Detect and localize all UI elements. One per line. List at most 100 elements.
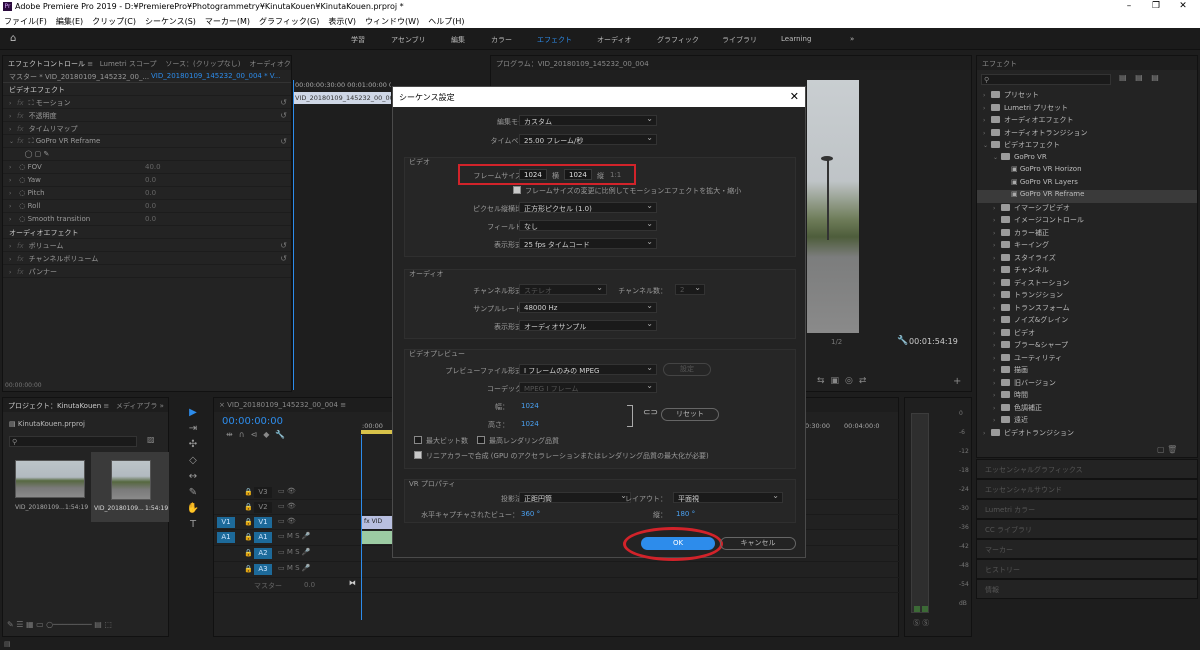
project-item-selected[interactable]: VID_20180109... 1:54:19 [91, 452, 169, 522]
chevron-down-icon[interactable]: ⌄ [993, 154, 1001, 161]
chevron-right-icon[interactable]: › [993, 417, 1001, 424]
effect-tree-item[interactable]: › プリセット [977, 90, 1197, 103]
cancel-button[interactable]: キャンセル [720, 537, 796, 550]
audio-display-select[interactable]: オーディオサンプル [519, 320, 657, 331]
workspace-audio[interactable]: オーディオ [597, 35, 632, 45]
chevron-right-icon[interactable]: › [983, 430, 991, 437]
effect-tree-item[interactable]: › ビデオトランジション [977, 428, 1197, 441]
tab-effect-controls[interactable]: エフェクトコントロール [8, 60, 85, 68]
effect-row-gopro-reframe[interactable]: ⌄ fx ⛶ GoPro VR Reframe ↺ [3, 135, 291, 148]
max-render-checkbox[interactable] [477, 436, 485, 444]
effect-controls-clip-bar[interactable]: VID_20180109_145232_00_004 [293, 92, 391, 104]
chevron-right-icon[interactable]: › [993, 230, 1001, 237]
program-video-frame[interactable] [807, 80, 859, 333]
workspace-edit[interactable]: 編集 [451, 35, 465, 45]
source-patch-v1[interactable]: V1 [217, 517, 235, 528]
workspace-graphics[interactable]: グラフィック [657, 35, 699, 45]
tab-source[interactable]: ソース：(クリップなし) [165, 60, 240, 68]
reset-icon[interactable]: ↺ [280, 241, 287, 250]
effect-tree-item[interactable]: › イメージコントロール [977, 215, 1197, 228]
maximize-icon[interactable]: ❐ [1145, 1, 1167, 11]
wrench-icon[interactable]: 🔧 [897, 336, 908, 346]
chevron-right-icon[interactable]: › [993, 380, 1001, 387]
display-format-select[interactable]: 25 fps タイムコード [519, 238, 657, 249]
param-row-yaw[interactable]: › ◌ Yaw 0.0 [3, 174, 291, 187]
effect-row-opacity[interactable]: › fx 不透明度 ↺ [3, 109, 291, 122]
selection-tool-icon[interactable]: ▶ [183, 405, 203, 421]
pen-tool-icon[interactable]: ✎ [183, 485, 203, 501]
chevron-right-icon[interactable]: › [993, 317, 1001, 324]
effects-filter-icons[interactable]: ▤ ▤ ▤ [1119, 73, 1162, 82]
menu-marker[interactable]: マーカー(M) [205, 16, 250, 27]
workspace-color[interactable]: カラー [491, 35, 512, 45]
layout-select[interactable]: 平面視 [673, 492, 783, 503]
effect-tree-item[interactable]: › ノイズ&グレイン [977, 315, 1197, 328]
chevron-right-icon[interactable]: › [983, 92, 991, 99]
stopwatch-icon[interactable]: ◌ [19, 163, 25, 171]
track-mute-solo[interactable]: ▭ M S 🎤 [278, 564, 311, 572]
effects-search-input[interactable]: ⚲ [981, 74, 1111, 85]
timebase-select[interactable]: 25.00 フレーム/秒 [519, 134, 657, 145]
meter-solo-buttons[interactable]: Ⓢ Ⓢ [913, 618, 929, 628]
collapsed-panel-tab[interactable]: Lumetri カラー [976, 499, 1198, 519]
ripple-edit-tool-icon[interactable]: ✣ [183, 437, 203, 453]
track-toggle-icons[interactable]: ▭ 👁 [278, 502, 296, 510]
workspace-libraries[interactable]: ライブラリ [722, 35, 757, 45]
transport-controls-icon[interactable]: ⇆▣◎⇄ [817, 376, 872, 386]
tab-audio-clip-mixer[interactable]: オーディオクリップミキサー [249, 60, 291, 68]
preview-width-value[interactable]: 1024 [521, 402, 539, 410]
link-icon[interactable]: ⊂⊃ [643, 408, 658, 418]
chevron-down-icon[interactable]: ⌄ [983, 142, 991, 149]
timeline-playhead[interactable] [361, 435, 362, 620]
effect-tree-item[interactable]: › ビデオ [977, 328, 1197, 341]
param-value[interactable]: 0.0 [145, 189, 156, 197]
minimize-icon[interactable]: – [1118, 1, 1140, 11]
effect-row-volume[interactable]: › fx ボリューム ↺ [3, 239, 291, 252]
effect-tree-item[interactable]: ▣ GoPro VR Reframe [977, 190, 1197, 203]
effect-tree-item[interactable]: › チャンネル [977, 265, 1197, 278]
track-label[interactable]: A3 [254, 564, 272, 575]
menu-sequence[interactable]: シーケンス(S) [145, 16, 196, 27]
reset-icon[interactable]: ↺ [280, 254, 287, 263]
stopwatch-icon[interactable]: ◌ [19, 202, 25, 210]
track-toggle-icons[interactable]: ▭ 👁 [278, 487, 296, 495]
effect-tree-item[interactable]: › カラー補正 [977, 228, 1197, 241]
stopwatch-icon[interactable]: ◌ [19, 176, 25, 184]
track-label[interactable]: A2 [254, 548, 272, 559]
dialog-close-icon[interactable]: ✕ [790, 90, 799, 103]
effect-tree-item[interactable]: › オーディオトランジション [977, 128, 1197, 141]
new-bin-icon[interactable]: ▢ 🗑 [1157, 445, 1177, 454]
channel-count-select[interactable]: 2 [675, 284, 705, 295]
preview-settings-button[interactable]: 設定 [663, 363, 711, 376]
close-icon[interactable]: ✕ [1172, 1, 1194, 11]
playhead-line[interactable] [293, 80, 294, 390]
effect-tree-item[interactable]: › キーイング [977, 240, 1197, 253]
effect-tree-item[interactable]: › ディストーション [977, 278, 1197, 291]
track-label[interactable]: V3 [254, 487, 272, 498]
chevron-right-icon[interactable]: › [983, 117, 991, 124]
chevron-right-icon[interactable]: › [983, 105, 991, 112]
tab-lumetri-scopes[interactable]: Lumetri スコープ [100, 60, 157, 68]
effect-tree-item[interactable]: ⌄ ビデオエフェクト [977, 140, 1197, 153]
chevron-right-icon[interactable]: › [993, 255, 1001, 262]
codec-select[interactable]: MPEG I フレーム [519, 382, 657, 393]
param-row-fov[interactable]: › ◌ FOV 40.0 [3, 161, 291, 174]
workspace-effects[interactable]: エフェクト [537, 35, 572, 45]
program-monitor-title[interactable]: プログラム：VID_20180109_145232_00_004 [491, 56, 971, 70]
timeline-sequence-name[interactable]: VID_20180109_145232_00_004 [227, 401, 338, 409]
menu-edit[interactable]: 編集(E) [56, 16, 83, 27]
effect-tree-item[interactable]: › スタイライズ [977, 253, 1197, 266]
chevron-right-icon[interactable]: › [993, 280, 1001, 287]
new-bin-icon[interactable]: ▨ [147, 435, 155, 444]
max-bit-depth-checkbox[interactable] [414, 436, 422, 444]
chevron-right-icon[interactable]: › [993, 217, 1001, 224]
chevron-right-icon[interactable]: › [983, 130, 991, 137]
effect-tree-item[interactable]: › 描画 [977, 365, 1197, 378]
tab-media-browser[interactable]: メディアブラ [116, 402, 158, 410]
collapsed-panel-tab[interactable]: エッセンシャルグラフィックス [976, 459, 1198, 479]
project-footer-icons[interactable]: ✎ ☰ ▦ ▭ ○──────── ▤ ⬚ [7, 620, 112, 629]
effect-tree-item[interactable]: › Lumetri プリセット [977, 103, 1197, 116]
chevron-right-icon[interactable]: › [993, 267, 1001, 274]
track-mute-solo[interactable]: ▭ M S 🎤 [278, 548, 311, 556]
frame-width-input[interactable]: 1024 [519, 169, 547, 180]
